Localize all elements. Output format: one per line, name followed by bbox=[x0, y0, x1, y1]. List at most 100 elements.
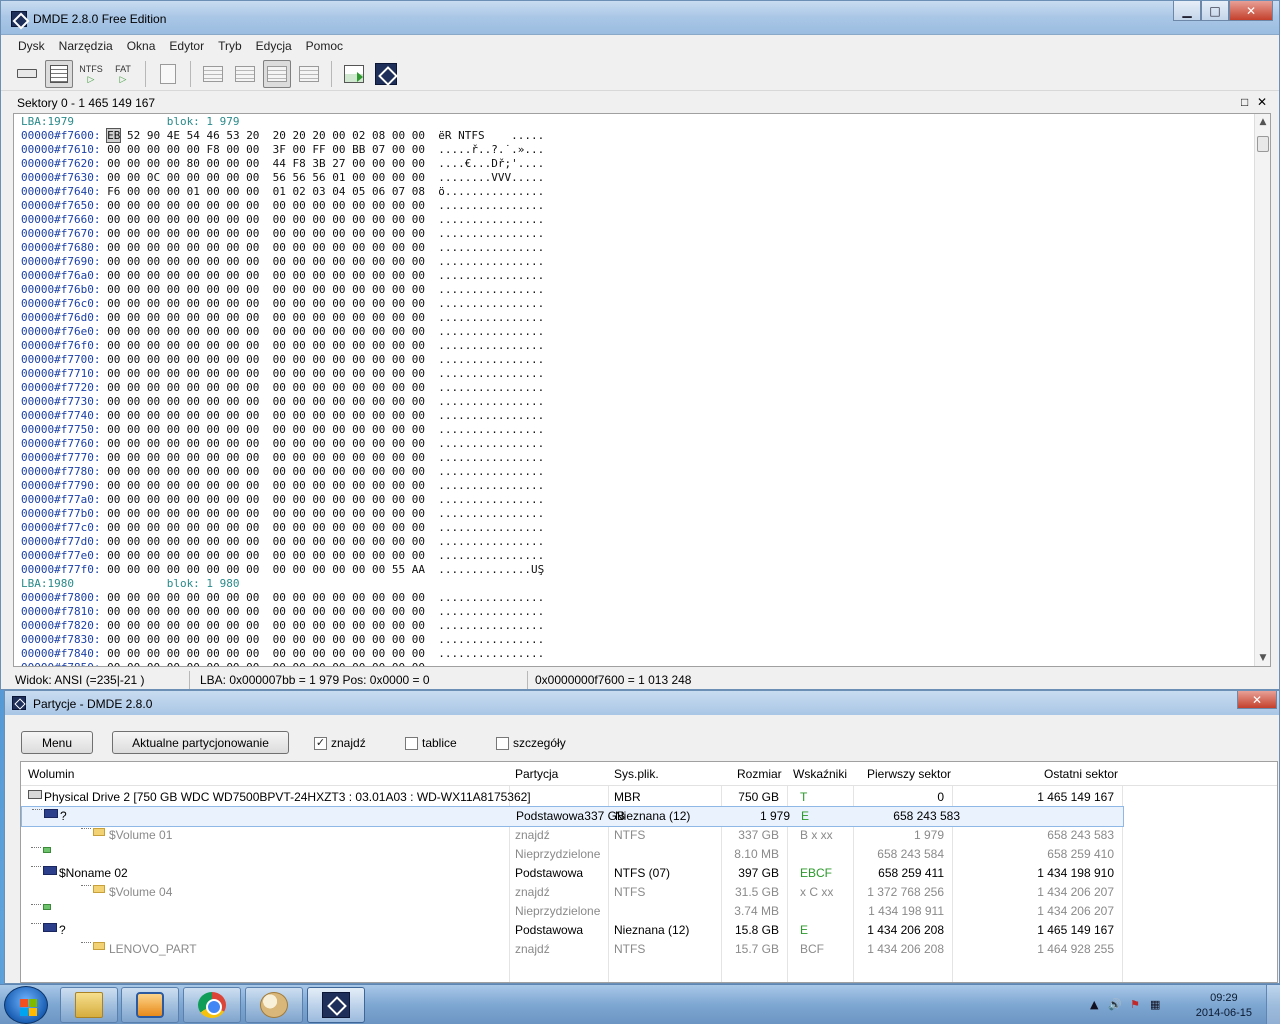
hex-row[interactable]: 00000#f7820: 00 00 00 00 00 00 00 00 00 … bbox=[21, 619, 544, 633]
hex-ascii[interactable]: ................ bbox=[438, 269, 544, 282]
hex-bytes[interactable]: 00 00 00 00 00 00 00 00 00 00 00 00 00 0… bbox=[100, 619, 438, 632]
scroll-thumb[interactable] bbox=[1257, 136, 1269, 152]
hex-row[interactable]: 00000#f7660: 00 00 00 00 00 00 00 00 00 … bbox=[21, 213, 544, 227]
hex-row[interactable]: 00000#f7620: 00 00 00 00 80 00 00 00 44 … bbox=[21, 157, 544, 171]
hex-bytes[interactable]: 00 00 00 00 00 00 00 00 00 00 00 00 00 0… bbox=[100, 423, 438, 436]
find-checkbox-box[interactable]: ✓ bbox=[314, 736, 327, 750]
hex-row[interactable]: 00000#f76f0: 00 00 00 00 00 00 00 00 00 … bbox=[21, 339, 544, 353]
hex-bytes[interactable]: 00 00 00 00 00 00 00 00 00 00 00 00 00 0… bbox=[100, 325, 438, 338]
hex-row[interactable]: 00000#f77e0: 00 00 00 00 00 00 00 00 00 … bbox=[21, 549, 544, 563]
menu-narzedzia[interactable]: Narzędzia bbox=[52, 39, 120, 53]
hex-bytes[interactable]: 00 00 00 00 80 00 00 00 44 F8 3B 27 00 0… bbox=[100, 157, 438, 170]
hex-ascii[interactable]: ................ bbox=[438, 535, 544, 548]
taskbar-paint-button[interactable] bbox=[245, 987, 303, 1023]
view-tree-button[interactable] bbox=[199, 60, 227, 88]
hex-row[interactable]: 00000#f7720: 00 00 00 00 00 00 00 00 00 … bbox=[21, 381, 544, 395]
close-button[interactable]: ✕ bbox=[1229, 1, 1273, 21]
hex-ascii[interactable]: .....ř..?.˙.»... bbox=[438, 143, 544, 156]
column-header-last-sector[interactable]: Ostatni sektor bbox=[1044, 767, 1118, 781]
hex-row[interactable]: 00000#f7740: 00 00 00 00 00 00 00 00 00 … bbox=[21, 409, 544, 423]
hex-row[interactable]: 00000#f77f0: 00 00 00 00 00 00 00 00 00 … bbox=[21, 563, 544, 577]
table-row[interactable]: ? Podstawowa Nieznana (12) 15.8 GB E 1 434 20… bbox=[21, 921, 1277, 940]
table-row[interactable]: $Noname 02 Podstawowa NTFS (07) 397 GB EBCF 6… bbox=[21, 864, 1277, 883]
hex-bytes[interactable]: 00 00 00 00 00 00 00 00 00 00 00 00 00 0… bbox=[100, 311, 438, 324]
dmde-logo-icon[interactable] bbox=[11, 11, 27, 27]
details-checkbox[interactable]: szczegóły bbox=[496, 735, 566, 751]
column-header-filesystem[interactable]: Sys.plik. bbox=[614, 767, 659, 781]
hex-row[interactable]: 00000#f7700: 00 00 00 00 00 00 00 00 00 … bbox=[21, 353, 544, 367]
hex-row[interactable]: 00000#f7630: 00 00 0C 00 00 00 00 00 56 … bbox=[21, 171, 544, 185]
hex-bytes[interactable]: 00 00 00 00 00 00 00 00 00 00 00 00 00 0… bbox=[100, 255, 438, 268]
view-find-button[interactable] bbox=[295, 60, 323, 88]
clock[interactable]: 09:29 2014-06-15 bbox=[1196, 991, 1252, 1021]
edit-button[interactable] bbox=[154, 60, 182, 88]
panel-maximize-button[interactable]: □ bbox=[1241, 95, 1248, 109]
table-row[interactable]: ? Podstawowa Nieznana (12) 337 GB E 1 979 658 … bbox=[21, 806, 1124, 827]
taskbar-explorer-button[interactable] bbox=[60, 987, 118, 1023]
hex-row[interactable]: 00000#f77c0: 00 00 00 00 00 00 00 00 00 … bbox=[21, 521, 544, 535]
hex-bytes[interactable]: 00 00 00 00 00 00 00 00 00 00 00 00 00 0… bbox=[100, 465, 438, 478]
hex-row[interactable]: 00000#f77b0: 00 00 00 00 00 00 00 00 00 … bbox=[21, 507, 544, 521]
view-table-button[interactable] bbox=[231, 60, 259, 88]
hex-bytes[interactable]: 00 00 00 00 00 00 00 00 00 00 00 00 00 0… bbox=[100, 199, 438, 212]
action-center-flag-icon[interactable]: ⚑ bbox=[1130, 998, 1140, 1011]
hex-ascii[interactable]: ................ bbox=[438, 353, 544, 366]
menu-button[interactable]: Menu bbox=[21, 731, 93, 754]
minimize-button[interactable]: ▁ bbox=[1173, 1, 1201, 21]
hex-ascii[interactable]: ................ bbox=[438, 507, 544, 520]
table-row[interactable]: $Volume 04 znajdź NTFS 31.5 GB x C xx 1 372 7… bbox=[21, 883, 1277, 902]
hex-bytes[interactable]: 00 00 00 00 00 00 00 00 00 00 00 00 00 0… bbox=[100, 241, 438, 254]
hex-bytes[interactable]: 00 00 0C 00 00 00 00 00 56 56 56 01 00 0… bbox=[100, 171, 438, 184]
hex-ascii[interactable]: ................ bbox=[438, 661, 544, 666]
partitions-table[interactable]: Wolumin Partycja Sys.plik. Rozmiar Wskaź… bbox=[20, 761, 1278, 983]
maximize-button[interactable]: □ bbox=[1201, 1, 1229, 21]
hex-ascii[interactable]: ................ bbox=[438, 647, 544, 660]
hex-bytes[interactable]: 00 00 00 00 00 00 00 00 00 00 00 00 00 0… bbox=[100, 451, 438, 464]
column-header-volume[interactable]: Wolumin bbox=[28, 767, 74, 781]
hex-ascii[interactable]: ................ bbox=[438, 465, 544, 478]
hex-row[interactable]: 00000#f7690: 00 00 00 00 00 00 00 00 00 … bbox=[21, 255, 544, 269]
title-bar[interactable]: DMDE 2.8.0 Free Edition ▁ □ ✕ bbox=[1, 1, 1279, 35]
hex-row[interactable]: 00000#f76a0: 00 00 00 00 00 00 00 00 00 … bbox=[21, 269, 544, 283]
menu-pomoc[interactable]: Pomoc bbox=[299, 39, 350, 53]
hex-ascii[interactable]: ................ bbox=[438, 381, 544, 394]
hex-bytes[interactable]: F6 00 00 00 01 00 00 00 01 02 03 04 05 0… bbox=[100, 185, 438, 198]
hex-bytes[interactable]: 00 00 00 00 00 00 00 00 00 00 00 00 00 0… bbox=[100, 507, 438, 520]
current-partitioning-button[interactable]: Aktualne partycjonowanie bbox=[112, 731, 289, 754]
hex-ascii[interactable]: ................ bbox=[438, 521, 544, 534]
hex-bytes[interactable]: 00 00 00 00 00 00 00 00 00 00 00 00 00 0… bbox=[100, 381, 438, 394]
tables-checkbox-box[interactable] bbox=[405, 736, 418, 750]
hex-ascii[interactable]: ................ bbox=[438, 549, 544, 562]
hex-bytes[interactable]: 00 00 00 00 00 00 00 00 00 00 00 00 00 0… bbox=[100, 283, 438, 296]
hex-row[interactable]: 00000#f76e0: 00 00 00 00 00 00 00 00 00 … bbox=[21, 325, 544, 339]
menu-edycja[interactable]: Edycja bbox=[249, 39, 299, 53]
hex-bytes[interactable]: 00 00 00 00 00 00 00 00 00 00 00 00 00 0… bbox=[100, 549, 438, 562]
hex-ascii[interactable]: ................ bbox=[438, 493, 544, 506]
table-row[interactable]: LENOVO_PART znajdź NTFS 15.7 GB BCF 1 434 206… bbox=[21, 940, 1277, 959]
column-header-size[interactable]: Rozmiar bbox=[737, 767, 782, 781]
hex-bytes[interactable]: 00 00 00 00 00 00 00 00 00 00 00 00 00 0… bbox=[100, 367, 438, 380]
hex-ascii[interactable]: ................ bbox=[438, 395, 544, 408]
scroll-down-arrow-icon[interactable]: ▼ bbox=[1255, 650, 1270, 666]
hex-bytes[interactable]: 00 00 00 00 00 00 00 00 00 00 00 00 00 0… bbox=[100, 395, 438, 408]
hex-ascii[interactable]: ................ bbox=[438, 255, 544, 268]
hex-ascii[interactable]: ................ bbox=[438, 213, 544, 226]
scroll-up-arrow-icon[interactable]: ▲ bbox=[1255, 114, 1270, 130]
hex-ascii[interactable]: ................ bbox=[438, 633, 544, 646]
about-button[interactable] bbox=[372, 60, 400, 88]
hex-bytes[interactable]: 00 00 00 00 00 00 00 00 00 00 00 00 00 0… bbox=[100, 521, 438, 534]
hex-row[interactable]: 00000#f7760: 00 00 00 00 00 00 00 00 00 … bbox=[21, 437, 544, 451]
taskbar-chrome-button[interactable] bbox=[183, 987, 241, 1023]
hex-row[interactable]: 00000#f77d0: 00 00 00 00 00 00 00 00 00 … bbox=[21, 535, 544, 549]
hex-ascii[interactable]: ................ bbox=[438, 297, 544, 310]
hex-ascii[interactable]: ....€...Dř;'.... bbox=[438, 157, 544, 170]
menu-dysk[interactable]: Dysk bbox=[11, 39, 52, 53]
taskbar-media-player-button[interactable] bbox=[121, 987, 179, 1023]
hex-bytes[interactable]: 00 00 00 00 00 00 00 00 00 00 00 00 00 0… bbox=[100, 633, 438, 646]
hex-ascii[interactable]: ö............... bbox=[438, 185, 544, 198]
hex-row[interactable]: 00000#f7610: 00 00 00 00 00 F8 00 00 3F … bbox=[21, 143, 544, 157]
hex-ascii[interactable]: ................ bbox=[438, 479, 544, 492]
table-row[interactable]: Physical Drive 2 [750 GB WDC WD7500BPVT-… bbox=[21, 788, 1277, 807]
hex-bytes[interactable]: 00 00 00 00 00 00 00 00 00 00 00 00 00 0… bbox=[100, 213, 438, 226]
ntfs-search-button[interactable]: NTFS ▷ bbox=[77, 60, 105, 88]
